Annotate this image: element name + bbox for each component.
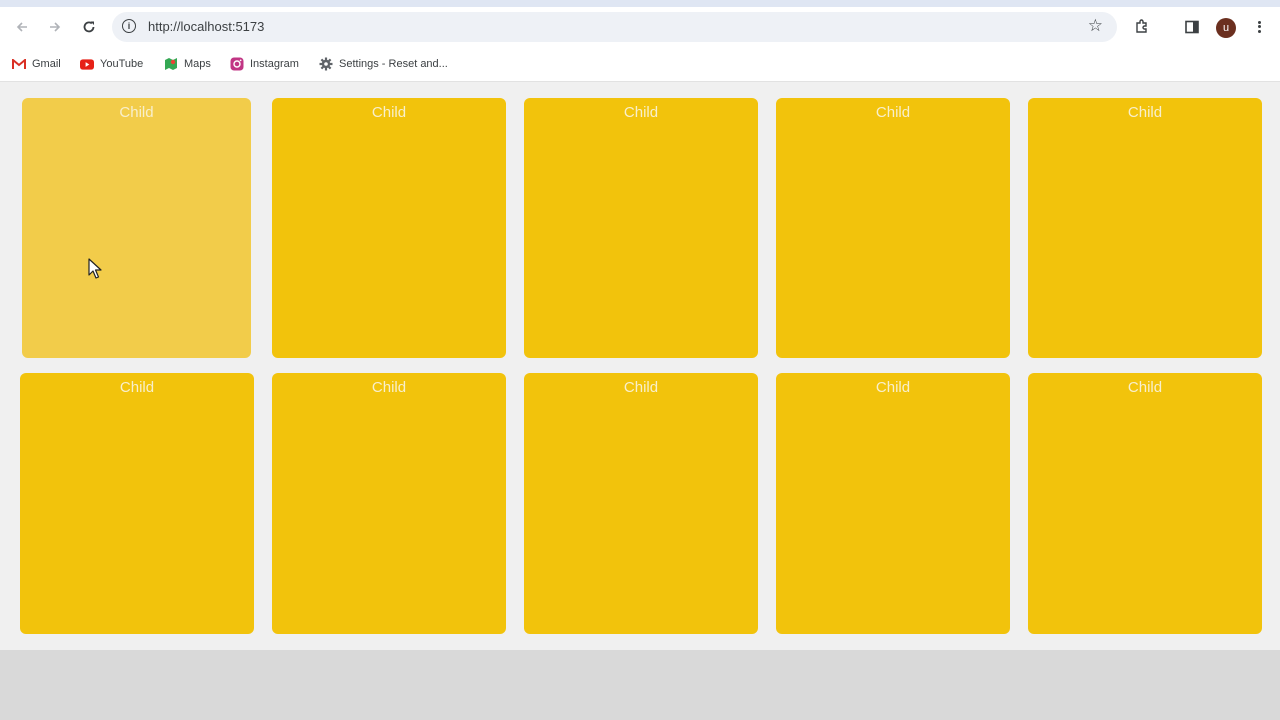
bookmark-label: Instagram [250,58,299,70]
side-panel-icon [1185,20,1199,34]
child-card[interactable]: Child [776,98,1010,358]
instagram-icon [230,57,244,71]
bookmark-label: YouTube [100,58,144,70]
child-card[interactable]: Child [22,98,251,358]
page-content: Child Child Child Child Child Child Chil… [0,82,1280,650]
desktop-background [0,650,1280,720]
arrow-left-icon [16,22,27,32]
tab-strip [0,0,1280,7]
child-label: Child [1127,104,1163,121]
child-label: Child [1127,379,1163,396]
forward-button[interactable] [43,15,67,39]
back-button[interactable] [10,15,34,39]
bookmark-label: Maps [184,58,211,70]
child-card[interactable]: Child [524,373,758,634]
extensions-button[interactable] [1130,15,1154,39]
child-label: Child [875,379,911,396]
bookmark-gmail[interactable]: Gmail [12,55,61,73]
child-label: Child [119,379,155,396]
child-card[interactable]: Child [776,373,1010,634]
gmail-icon [12,57,26,71]
child-card[interactable]: Child [272,373,506,634]
puzzle-icon [1136,19,1147,33]
bookmark-youtube[interactable]: YouTube [80,55,143,73]
child-card[interactable]: Child [1028,98,1262,358]
bookmark-maps[interactable]: Maps [164,55,211,73]
child-label: Child [371,104,407,121]
child-label: Child [875,104,911,121]
star-icon[interactable]: ☆ [1088,16,1103,36]
child-label: Child [119,104,154,121]
arrow-right-icon [50,22,61,32]
bookmark-settings[interactable]: Settings - Reset and... [319,55,448,73]
child-card[interactable]: Child [272,98,506,358]
browser-window: i http://localhost:5173 ☆ u Gmail YouTub… [0,0,1280,650]
address-bar[interactable]: i http://localhost:5173 ☆ [112,12,1117,42]
browser-toolbar: i http://localhost:5173 ☆ u [0,7,1280,47]
maps-icon [164,57,178,71]
reload-button[interactable] [77,15,101,39]
reload-icon [83,21,95,33]
mouse-cursor-icon [88,258,102,279]
side-panel-button[interactable] [1180,15,1204,39]
child-card[interactable]: Child [524,98,758,358]
child-card[interactable]: Child [1028,373,1262,634]
child-card[interactable]: Child [20,373,254,634]
bookmark-label: Gmail [32,58,61,70]
avatar[interactable]: u [1216,18,1236,38]
bookmark-label: Settings - Reset and... [339,58,448,70]
child-label: Child [623,104,659,121]
url-text[interactable]: http://localhost:5173 [148,19,264,34]
bookmark-instagram[interactable]: Instagram [230,55,299,73]
info-icon[interactable]: i [122,19,136,33]
bookmarks-bar: Gmail YouTube Maps Instagram Settings - … [0,47,1280,82]
gear-icon [319,57,333,71]
child-label: Child [371,379,407,396]
kebab-menu-icon[interactable] [1252,19,1266,37]
youtube-icon [80,57,94,71]
child-label: Child [623,379,659,396]
